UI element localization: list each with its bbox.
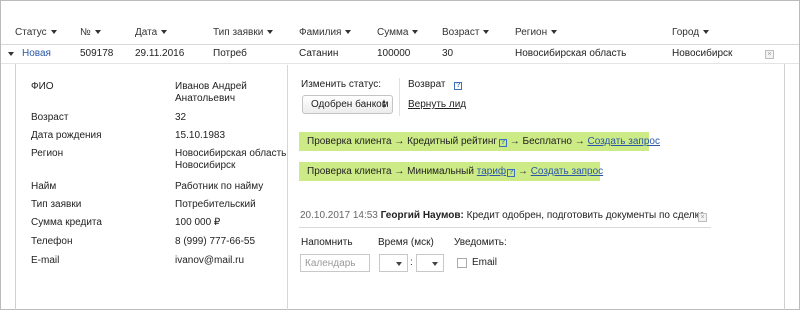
status-select-value: Одобрен банком bbox=[311, 99, 389, 110]
credit-rating-text: Проверка клиента → Кредитный рейтинг bbox=[307, 136, 497, 147]
phone-value: 8 (999) 777-66-55 bbox=[175, 236, 256, 247]
help-icon[interactable]: ? bbox=[507, 169, 516, 177]
cell-date: 29.11.2016 bbox=[135, 48, 185, 59]
table-row[interactable]: Новая 509178 29.11.2016 Потреб Сатанин 1… bbox=[1, 45, 799, 64]
sort-caret-icon bbox=[161, 30, 168, 34]
sort-caret-icon bbox=[267, 30, 274, 34]
hour-select[interactable] bbox=[379, 254, 408, 272]
cell-city: Новосибирск bbox=[672, 48, 733, 59]
table-header: Статус № Дата Тип заявки Фамилия Сумма В… bbox=[1, 1, 799, 45]
close-icon[interactable]: × bbox=[765, 50, 774, 59]
cell-surname: Сатанин bbox=[299, 48, 339, 59]
column-label-status: Статус bbox=[15, 27, 47, 38]
collapse-toggle-icon[interactable] bbox=[8, 52, 14, 56]
sort-city[interactable]: Город bbox=[672, 27, 710, 38]
sort-caret-icon bbox=[94, 30, 101, 34]
sort-caret-icon bbox=[483, 30, 490, 34]
sort-caret-icon bbox=[345, 30, 352, 34]
column-label-sum: Сумма bbox=[377, 27, 409, 38]
column-label-city: Город bbox=[672, 27, 700, 38]
comment-author: Георгий Наумов: bbox=[380, 210, 464, 221]
remind-label: Напомнить bbox=[301, 237, 353, 248]
employment-label: Найм bbox=[31, 181, 57, 192]
column-label-number: № bbox=[80, 27, 91, 38]
return-lead-link[interactable]: Вернуть лид bbox=[408, 99, 466, 110]
close-icon[interactable]: × bbox=[698, 213, 707, 222]
application-type-value: Потребительский bbox=[175, 199, 256, 210]
fio-label: ФИО bbox=[31, 81, 54, 92]
email-checkbox[interactable] bbox=[457, 258, 467, 268]
minimal-check-arrow: → bbox=[515, 166, 531, 177]
comment-divider bbox=[299, 227, 711, 228]
help-icon[interactable]: ? bbox=[454, 82, 463, 90]
age-value: 32 bbox=[175, 112, 187, 123]
sort-sum[interactable]: Сумма bbox=[377, 27, 419, 38]
birth-date-value: 15.10.1983 bbox=[175, 130, 226, 141]
region-label: Регион bbox=[31, 148, 64, 159]
comment-timestamp: 20.10.2017 14:53 bbox=[300, 210, 378, 221]
sort-caret-icon bbox=[551, 30, 558, 34]
column-label-age: Возраст bbox=[442, 27, 480, 38]
status-select[interactable]: Одобрен банком ▲ ▼ bbox=[302, 95, 393, 114]
credit-sum-value: 100 000 ₽ bbox=[175, 217, 221, 228]
birth-date-label: Дата рождения bbox=[31, 130, 102, 141]
column-label-surname: Фамилия bbox=[299, 27, 342, 38]
sort-type[interactable]: Тип заявки bbox=[213, 27, 274, 38]
email-value: ivanov@mail.ru bbox=[175, 255, 245, 266]
cell-age: 30 bbox=[442, 48, 454, 59]
actions-divider bbox=[399, 78, 400, 116]
details-panel bbox=[15, 64, 785, 310]
create-request-link[interactable]: Создать запрос bbox=[531, 166, 603, 177]
cell-type: Потреб bbox=[213, 48, 247, 59]
sort-caret-icon bbox=[703, 30, 710, 34]
notify-label: Уведомить: bbox=[454, 237, 507, 248]
status-link[interactable]: Новая bbox=[22, 48, 51, 59]
create-request-link[interactable]: Создать запрос bbox=[588, 136, 660, 147]
fio-value-line1: Иванов Андрей bbox=[175, 81, 247, 92]
minimal-tariff-check: Проверка клиента → Минимальный тариф? → … bbox=[299, 162, 603, 181]
email-label: E-mail bbox=[31, 255, 60, 266]
comment: 20.10.2017 14:53 Георгий Наумов: Кредит … bbox=[300, 210, 705, 221]
employment-value: Работник по найму bbox=[175, 181, 264, 192]
cell-sum: 100000 bbox=[377, 48, 411, 59]
chevron-down-icon bbox=[432, 262, 438, 266]
sort-surname[interactable]: Фамилия bbox=[299, 27, 352, 38]
cell-number: 509178 bbox=[80, 48, 114, 59]
minute-select[interactable] bbox=[416, 254, 444, 272]
time-label: Время (мск) bbox=[378, 237, 434, 248]
sort-date[interactable]: Дата bbox=[135, 27, 168, 38]
return-label: Возврат ? bbox=[408, 79, 463, 90]
fio-value-line2: Анатольевич bbox=[175, 93, 236, 104]
application-type-label: Тип заявки bbox=[31, 199, 82, 210]
calendar-input[interactable]: Календарь bbox=[300, 254, 370, 272]
sort-region[interactable]: Регион bbox=[515, 27, 558, 38]
email-checkbox-label: Email bbox=[472, 257, 498, 268]
comment-text: Кредит одобрен, подготовить документы по… bbox=[463, 210, 705, 221]
column-label-region: Регион bbox=[515, 27, 548, 38]
help-icon[interactable]: ? bbox=[499, 139, 507, 147]
return-label-text: Возврат bbox=[408, 79, 446, 90]
cell-region: Новосибирская область bbox=[515, 48, 627, 59]
sort-number[interactable]: № bbox=[80, 27, 101, 38]
tariff-link[interactable]: тариф bbox=[477, 166, 506, 177]
chevron-down-icon bbox=[396, 262, 402, 266]
credit-sum-label: Сумма кредита bbox=[31, 217, 102, 228]
credit-rating-price: → Бесплатно → bbox=[507, 136, 588, 147]
phone-label: Телефон bbox=[31, 236, 73, 247]
minimal-check-text: Проверка клиента → Минимальный bbox=[307, 166, 477, 177]
column-label-type: Тип заявки bbox=[213, 27, 264, 38]
credit-rating-check: Проверка клиента → Кредитный рейтинг? → … bbox=[299, 132, 660, 151]
select-arrows-icon: ▲ ▼ bbox=[381, 99, 387, 110]
age-label: Возраст bbox=[31, 112, 69, 123]
sort-caret-icon bbox=[412, 30, 419, 34]
panel-divider bbox=[287, 65, 288, 310]
sort-caret-icon bbox=[50, 30, 57, 34]
change-status-label: Изменить статус: bbox=[301, 79, 382, 90]
time-separator: : bbox=[410, 257, 413, 268]
region-value-line2: Новосибирск bbox=[175, 160, 236, 171]
sort-status[interactable]: Статус bbox=[15, 27, 57, 38]
sort-age[interactable]: Возраст bbox=[442, 27, 490, 38]
region-value-line1: Новосибирская область bbox=[175, 148, 287, 159]
column-label-date: Дата bbox=[135, 27, 158, 38]
